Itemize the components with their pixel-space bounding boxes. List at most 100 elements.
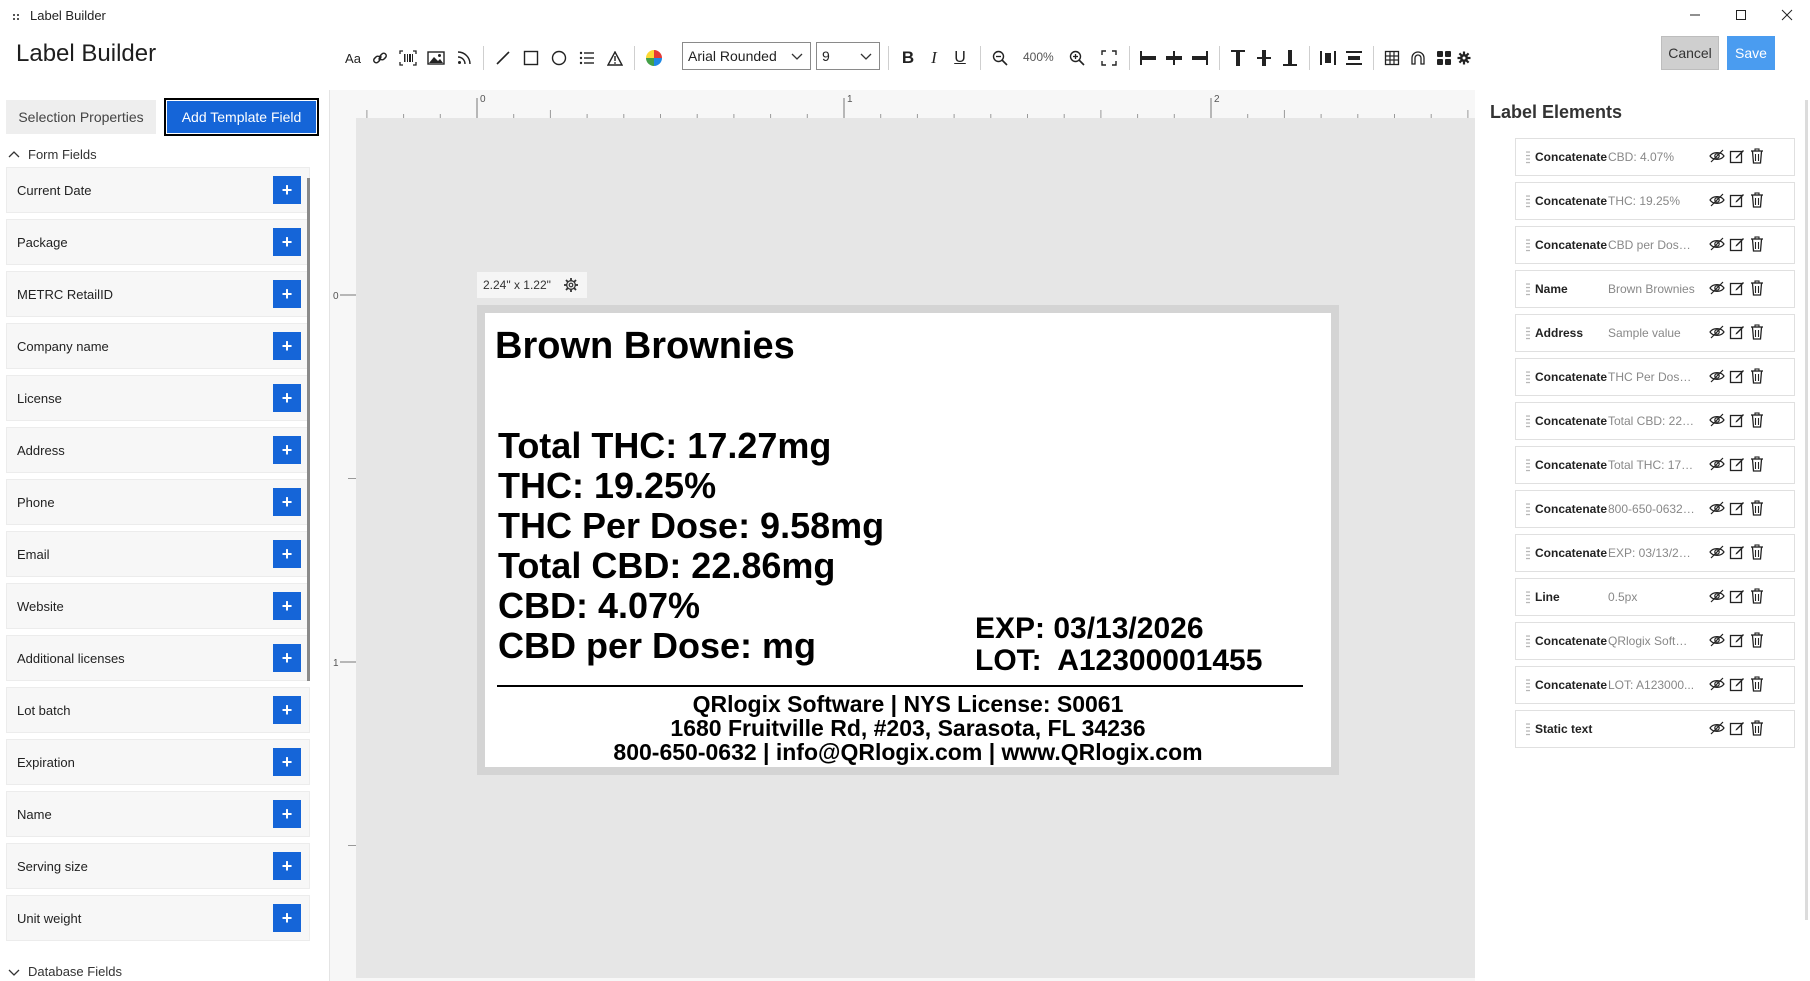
snap-toggle-button[interactable] [1406,46,1430,70]
rss-tool-button[interactable] [452,46,476,70]
delete-element-button[interactable] [1748,147,1766,166]
underline-button[interactable]: U [948,46,972,70]
label-element-row[interactable]: Concatenate CBD per Dose:... [1515,226,1795,264]
label-footer-company[interactable]: QRlogix Software | NYS License: S0061 [485,692,1331,716]
label-line-cbd[interactable]: CBD: 4.07% [498,586,700,626]
form-field-row[interactable]: Unit weight + [6,895,310,941]
visibility-toggle[interactable] [1708,236,1726,254]
edit-element-button[interactable] [1728,544,1746,562]
barcode-tool-button[interactable] [396,46,420,70]
add-field-button[interactable]: + [273,748,301,776]
label-line-total-cbd[interactable]: Total CBD: 22.86mg [498,546,835,586]
add-field-button[interactable]: + [273,280,301,308]
edit-element-button[interactable] [1728,412,1746,430]
label-settings-button[interactable] [563,277,579,296]
label-element-row[interactable]: Concatenate THC Per Dose:... [1515,358,1795,396]
edit-element-button[interactable] [1728,148,1746,166]
form-field-row[interactable]: Email + [6,531,310,577]
label-footer-contact[interactable]: 800-650-0632 | info@QRlogix.com | www.QR… [485,740,1331,764]
drag-handle-icon[interactable] [1526,283,1530,297]
delete-element-button[interactable] [1748,235,1766,254]
add-field-button[interactable]: + [273,592,301,620]
form-field-row[interactable]: Current Date + [6,167,310,213]
align-bottom-button[interactable] [1278,46,1302,70]
form-field-row[interactable]: Package + [6,219,310,265]
add-field-button[interactable]: + [273,176,301,204]
form-field-row[interactable]: Lot batch + [6,687,310,733]
delete-element-button[interactable] [1748,499,1766,518]
drag-handle-icon[interactable] [1526,591,1530,605]
left-scrollbar[interactable] [307,178,310,681]
link-tool-button[interactable] [368,46,392,70]
add-field-button[interactable]: + [273,488,301,516]
edit-element-button[interactable] [1728,632,1746,650]
delete-element-button[interactable] [1748,587,1766,606]
edit-element-button[interactable] [1728,192,1746,210]
add-field-button[interactable]: + [273,228,301,256]
list-tool-button[interactable] [575,46,599,70]
label-footer-address[interactable]: 1680 Fruitville Rd, #203, Sarasota, FL 3… [485,716,1331,740]
save-button[interactable]: Save [1727,36,1775,70]
visibility-toggle[interactable] [1708,280,1726,298]
font-family-select[interactable]: Arial Rounded [682,42,811,70]
add-field-button[interactable]: + [273,800,301,828]
visibility-toggle[interactable] [1708,588,1726,606]
visibility-toggle[interactable] [1708,456,1726,474]
form-field-row[interactable]: Additional licenses + [6,635,310,681]
delete-element-button[interactable] [1748,411,1766,430]
align-center-h-button[interactable] [1162,46,1186,70]
drag-handle-icon[interactable] [1526,371,1530,385]
add-field-button[interactable]: + [273,540,301,568]
form-fields-toggle[interactable]: Form Fields [8,147,97,162]
label-line-thc-per-dose[interactable]: THC Per Dose: 9.58mg [498,506,884,546]
close-window-button[interactable] [1764,0,1810,30]
label-lot[interactable]: LOT: A12300001455 [975,645,1262,677]
label-element-row[interactable]: Line 0.5px [1515,578,1795,616]
label-element-row[interactable]: Concatenate 800-650-0632 |... [1515,490,1795,528]
edit-element-button[interactable] [1728,676,1746,694]
label-element-row[interactable]: Concatenate THC: 19.25% [1515,182,1795,220]
edit-element-button[interactable] [1728,588,1746,606]
warning-tool-button[interactable] [603,46,627,70]
tab-add-template-field[interactable]: Add Template Field [164,98,319,136]
add-field-button[interactable]: + [273,696,301,724]
drag-handle-icon[interactable] [1526,195,1530,209]
drag-handle-icon[interactable] [1526,503,1530,517]
bold-button[interactable]: B [896,46,920,70]
distribute-h-button[interactable] [1316,46,1340,70]
delete-element-button[interactable] [1748,367,1766,386]
delete-element-button[interactable] [1748,631,1766,650]
delete-element-button[interactable] [1748,191,1766,210]
edit-element-button[interactable] [1728,720,1746,738]
delete-element-button[interactable] [1748,543,1766,562]
form-field-row[interactable]: Expiration + [6,739,310,785]
delete-element-button[interactable] [1748,279,1766,298]
form-field-row[interactable]: Serving size + [6,843,310,889]
maximize-button[interactable] [1718,0,1764,30]
edit-element-button[interactable] [1728,368,1746,386]
drag-handle-icon[interactable] [1526,635,1530,649]
delete-element-button[interactable] [1748,719,1766,738]
drag-handle-icon[interactable] [1526,239,1530,253]
rectangle-tool-button[interactable] [519,46,543,70]
database-fields-toggle[interactable]: Database Fields [8,964,122,979]
label-line-total-thc[interactable]: Total THC: 17.27mg [498,426,831,466]
visibility-toggle[interactable] [1708,412,1726,430]
align-top-button[interactable] [1226,46,1250,70]
edit-element-button[interactable] [1728,500,1746,518]
form-field-row[interactable]: METRC RetailID + [6,271,310,317]
form-field-row[interactable]: Address + [6,427,310,473]
tab-selection-properties[interactable]: Selection Properties [6,100,156,134]
label-expiration[interactable]: EXP: 03/13/2026 [975,613,1204,645]
delete-element-button[interactable] [1748,675,1766,694]
add-field-button[interactable]: + [273,904,301,932]
form-field-row[interactable]: Website + [6,583,310,629]
drag-handle-icon[interactable] [1526,723,1530,737]
label-element-row[interactable]: Concatenate Total THC: 17.2... [1515,446,1795,484]
add-field-button[interactable]: + [273,644,301,672]
align-right-button[interactable] [1188,46,1212,70]
visibility-toggle[interactable] [1708,324,1726,342]
visibility-toggle[interactable] [1708,676,1726,694]
drag-handle-icon[interactable] [1526,151,1530,165]
form-field-row[interactable]: License + [6,375,310,421]
